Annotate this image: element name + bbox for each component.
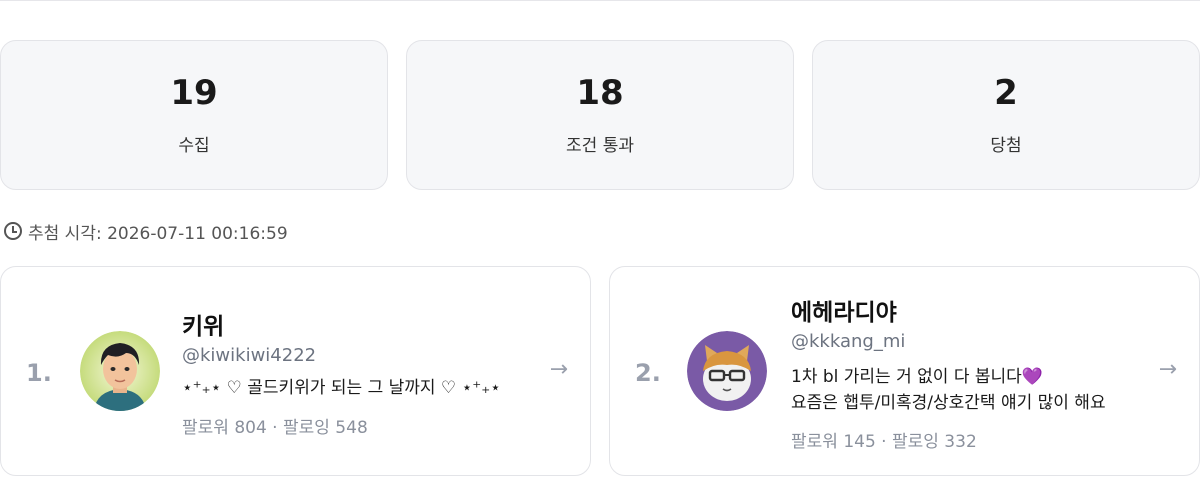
stat-value: 19	[170, 73, 218, 113]
arrow-right-icon[interactable]: →	[1159, 357, 1177, 382]
winner-name: 키위	[182, 314, 225, 340]
clock-icon	[4, 222, 22, 240]
winner-follow-counts: 팔로워 145 · 팔로잉 332	[791, 432, 977, 452]
stat-label: 수집	[178, 136, 210, 156]
winner-bio: ⋆⁺₊⋆ ♡ 골드키위가 되는 그 날까지 ♡ ⋆⁺₊⋆	[182, 378, 501, 398]
winner-card[interactable]: 1. 키위 @kiwikiwi4222 ⋆⁺₊⋆ ♡ 골드키위가 되는 그 날까…	[0, 266, 591, 476]
stat-value: 2	[994, 73, 1018, 113]
winner-rank: 2.	[635, 359, 661, 387]
draw-time-text: 추첨 시각: 2026-07-11 00:16:59	[28, 223, 288, 244]
stat-card-collected: 19 수집	[0, 40, 388, 190]
avatar[interactable]	[80, 331, 160, 411]
stat-card-winners: 2 당첨	[812, 40, 1200, 190]
arrow-right-icon[interactable]: →	[550, 357, 568, 382]
stat-card-passed: 18 조건 통과	[406, 40, 794, 190]
stat-value: 18	[576, 73, 624, 113]
winner-handle[interactable]: @kkkang_mi	[791, 331, 905, 352]
winner-bio-line: 1차 bl 가리는 거 없이 다 봅니다💜	[791, 367, 1043, 387]
winner-card[interactable]: 2. 에헤라디야 @kkkang_mi 1차 bl 가리는 거 없이 다 봅니다…	[609, 266, 1200, 476]
stat-label: 당첨	[990, 136, 1022, 156]
top-divider	[0, 0, 1200, 3]
winner-bio-line: 요즘은 햅투/미혹경/상호간택 얘기 많이 해요	[791, 393, 1106, 413]
draw-time: 추첨 시각: 2026-07-11 00:16:59	[4, 218, 288, 244]
avatar[interactable]	[687, 331, 767, 411]
winner-name: 에헤라디야	[791, 300, 897, 326]
winner-follow-counts: 팔로워 804 · 팔로잉 548	[182, 418, 368, 438]
winner-bio: 1차 bl 가리는 거 없이 다 봅니다💜 요즘은 햅투/미혹경/상호간택 얘기…	[791, 364, 1106, 416]
stat-label: 조건 통과	[566, 136, 634, 156]
stats-row: 19 수집 18 조건 통과 2 당첨	[0, 40, 1200, 190]
winner-handle[interactable]: @kiwikiwi4222	[182, 345, 316, 366]
winner-rank: 1.	[26, 359, 52, 387]
